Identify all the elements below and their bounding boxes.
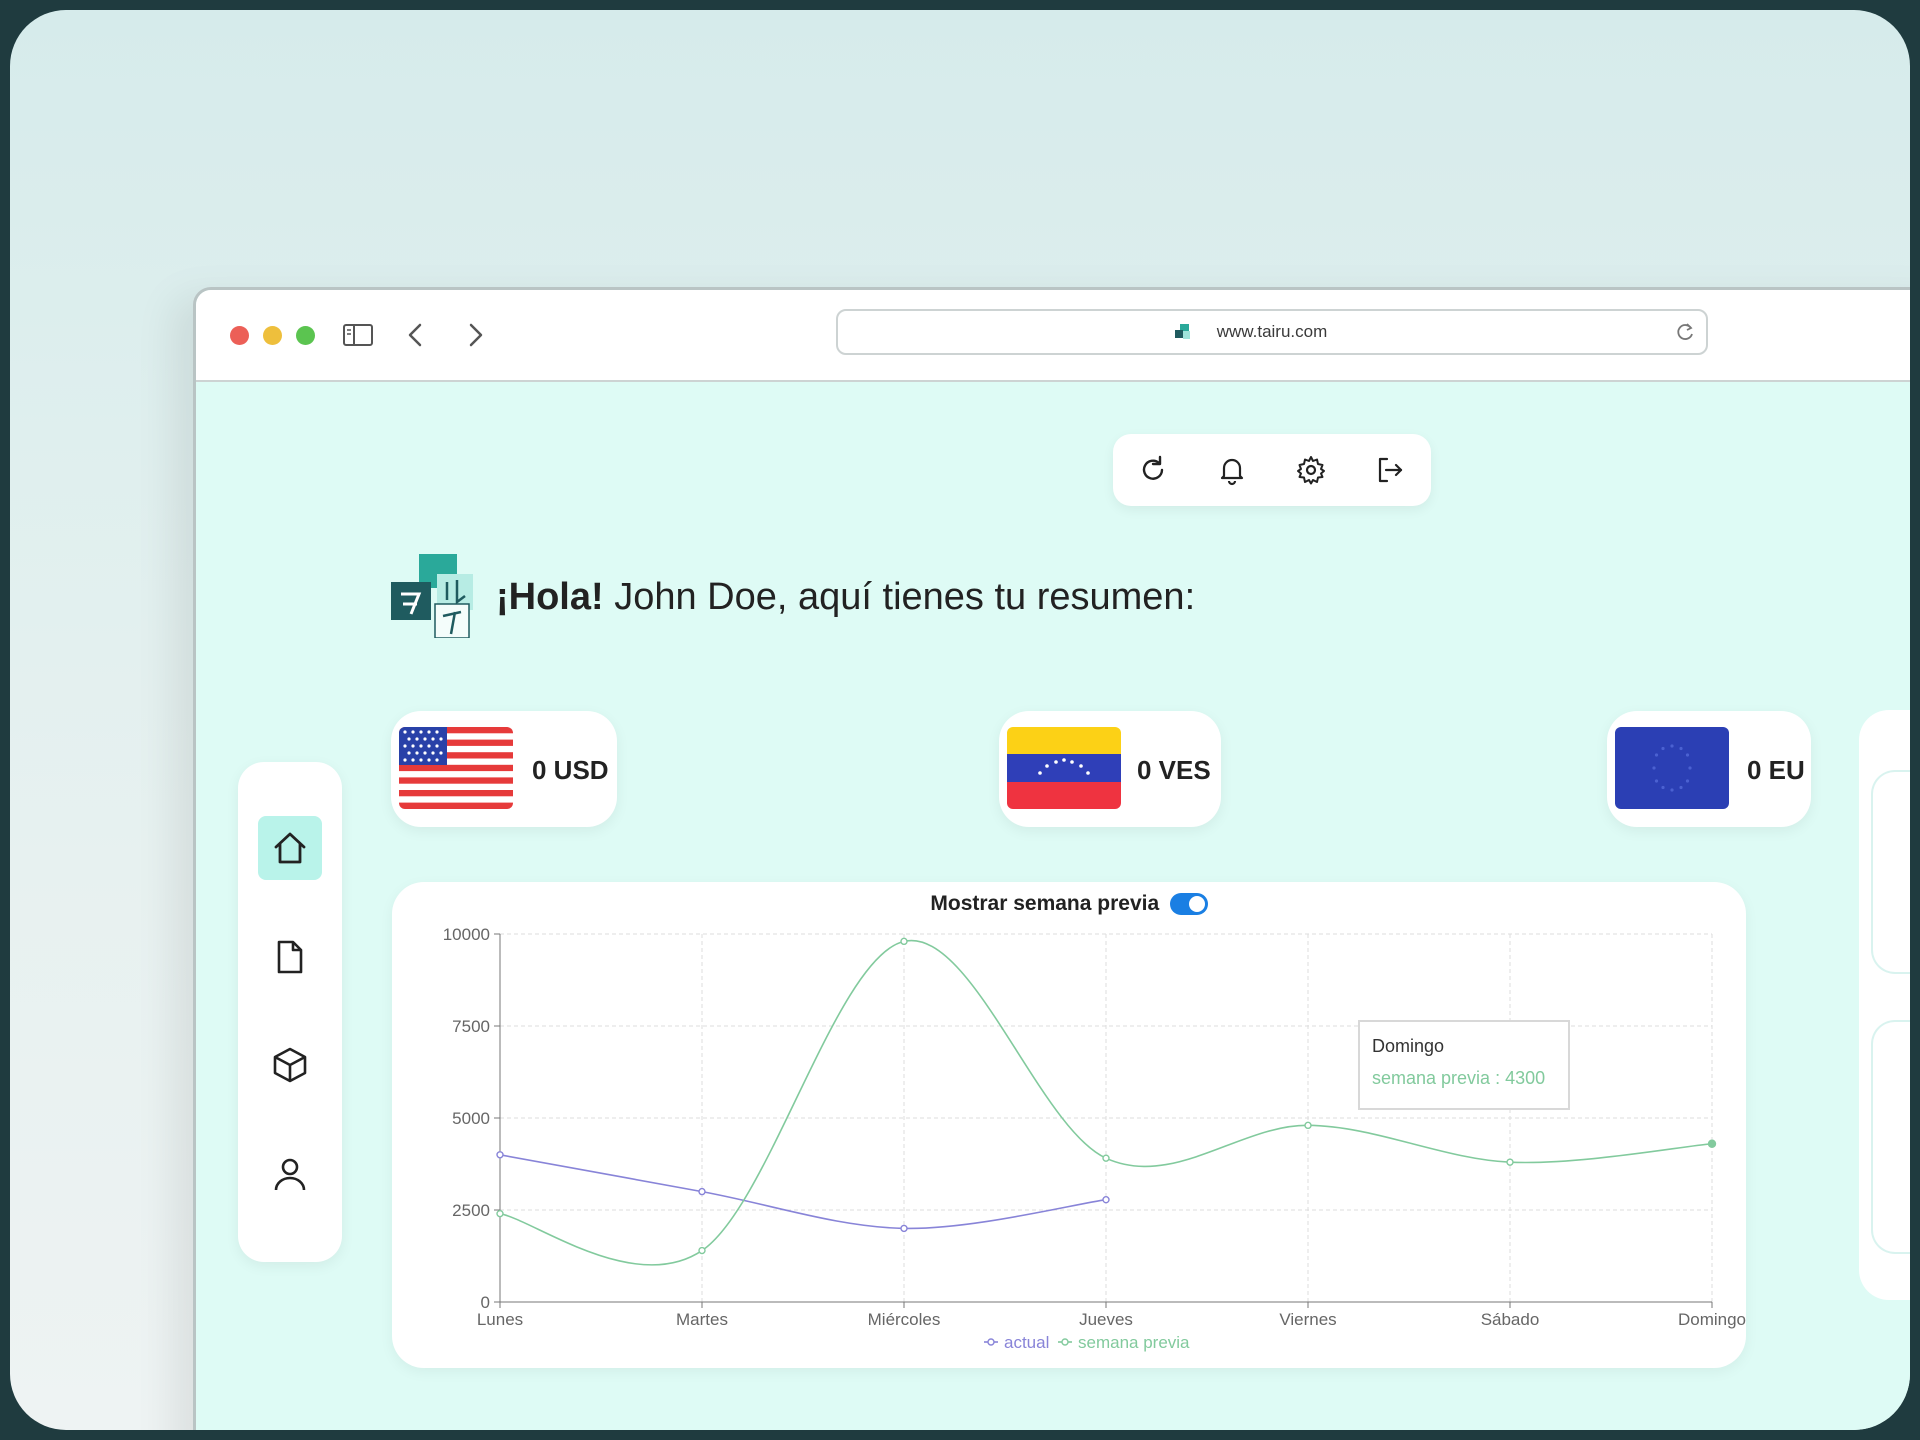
sidebar-item-profile[interactable] (258, 1142, 322, 1206)
series-line-actual (499, 1154, 1107, 1230)
maximize-window-button[interactable] (296, 326, 315, 345)
weekly-line-chart: 025005000750010000Lunes Martes Miércoles Ju… (443, 925, 1746, 1352)
eu-flag-icon (1615, 727, 1729, 809)
data-point (496, 1151, 504, 1159)
x-tick-label: Miércoles (868, 1310, 941, 1329)
bell-icon[interactable] (1216, 454, 1248, 486)
browser-window: www.tairu.com ¡Hola! John Doe, aquí tien… (193, 287, 1910, 1430)
close-window-button[interactable] (230, 326, 249, 345)
x-tick-label: Domingo (1678, 1310, 1746, 1329)
data-point (1506, 1158, 1514, 1166)
y-tick-label: 5000 (452, 1109, 490, 1128)
data-point (698, 1187, 706, 1196)
legend-label: semana previa (1078, 1333, 1190, 1352)
y-tick-label: 10000 (443, 925, 490, 944)
url-text: www.tairu.com (1216, 322, 1328, 341)
data-point (900, 1224, 908, 1233)
greeting-text: ¡Hola! John Doe, aquí tienes tu resumen: (496, 576, 1195, 619)
side-panel-item (1871, 1020, 1910, 1254)
logout-icon[interactable] (1374, 454, 1406, 486)
usd-balance: 0 USD (532, 755, 609, 785)
browser-titlebar: www.tairu.com (196, 290, 1910, 382)
sidebar-item-products[interactable] (258, 1033, 322, 1097)
y-tick-label: 7500 (452, 1017, 490, 1036)
sidebar-item-home[interactable] (258, 816, 322, 880)
currency-card-usd[interactable]: 0 USD (391, 711, 617, 827)
back-arrow-icon[interactable] (399, 318, 433, 352)
tairu-logo (391, 554, 473, 638)
sidebar (238, 762, 342, 1262)
action-toolbar (1113, 434, 1431, 506)
legend-marker (1061, 1338, 1069, 1346)
refresh-icon[interactable] (1137, 454, 1169, 486)
user-icon (274, 1158, 306, 1191)
venezuela-flag-icon (1007, 727, 1121, 809)
data-point (1304, 1121, 1312, 1130)
document-icon (277, 940, 303, 974)
currency-card-eu[interactable]: 0 EU (1607, 711, 1811, 827)
x-tick-label: Lunes (477, 1310, 523, 1329)
tooltip-value: semana previa : 4300 (1372, 1068, 1546, 1088)
y-tick-label: 2500 (452, 1201, 490, 1220)
x-tick-label: Viernes (1279, 1310, 1336, 1329)
weekly-chart-card: Mostrar semana previa 0 2500 5000 7500 10000… (392, 882, 1746, 1368)
forward-arrow-icon[interactable] (458, 318, 492, 352)
us-flag-icon (399, 727, 513, 809)
data-point (496, 1209, 504, 1218)
box-icon (273, 1047, 307, 1083)
ves-balance: 0 VES (1137, 755, 1211, 785)
x-tick-label: Sábado (1481, 1310, 1540, 1329)
sidebar-toggle-icon[interactable] (341, 318, 375, 352)
eu-balance: 0 EU (1747, 755, 1805, 785)
minimize-window-button[interactable] (263, 326, 282, 345)
x-tick-label: Martes (676, 1310, 728, 1329)
home-icon (274, 832, 306, 864)
legend-marker (987, 1338, 995, 1346)
side-panel-item (1871, 770, 1910, 974)
x-tick-label: Jueves (1079, 1310, 1133, 1329)
currency-card-ves[interactable]: 0 VES (999, 711, 1221, 827)
side-panel-card (1859, 710, 1910, 1300)
greeting-hello: ¡Hola! (496, 576, 604, 618)
data-point (1102, 1195, 1110, 1204)
data-point (1707, 1139, 1717, 1148)
sidebar-item-documents[interactable] (258, 925, 322, 989)
tooltip-title: Domingo (1372, 1036, 1445, 1056)
legend-label: actual (1004, 1333, 1049, 1352)
greeting-message: John Doe, aquí tienes tu resumen: (603, 576, 1196, 618)
reload-icon[interactable] (1676, 322, 1696, 342)
screenshot-frame: www.tairu.com ¡Hola! John Doe, aquí tien… (10, 10, 1910, 1430)
gear-icon[interactable] (1295, 454, 1327, 486)
data-point (900, 937, 908, 946)
chart-tooltip: Domingo semana previa : 4300 (1358, 1020, 1570, 1110)
data-point (1102, 1154, 1110, 1162)
data-point (698, 1246, 706, 1255)
address-bar[interactable]: www.tairu.com (836, 309, 1708, 355)
